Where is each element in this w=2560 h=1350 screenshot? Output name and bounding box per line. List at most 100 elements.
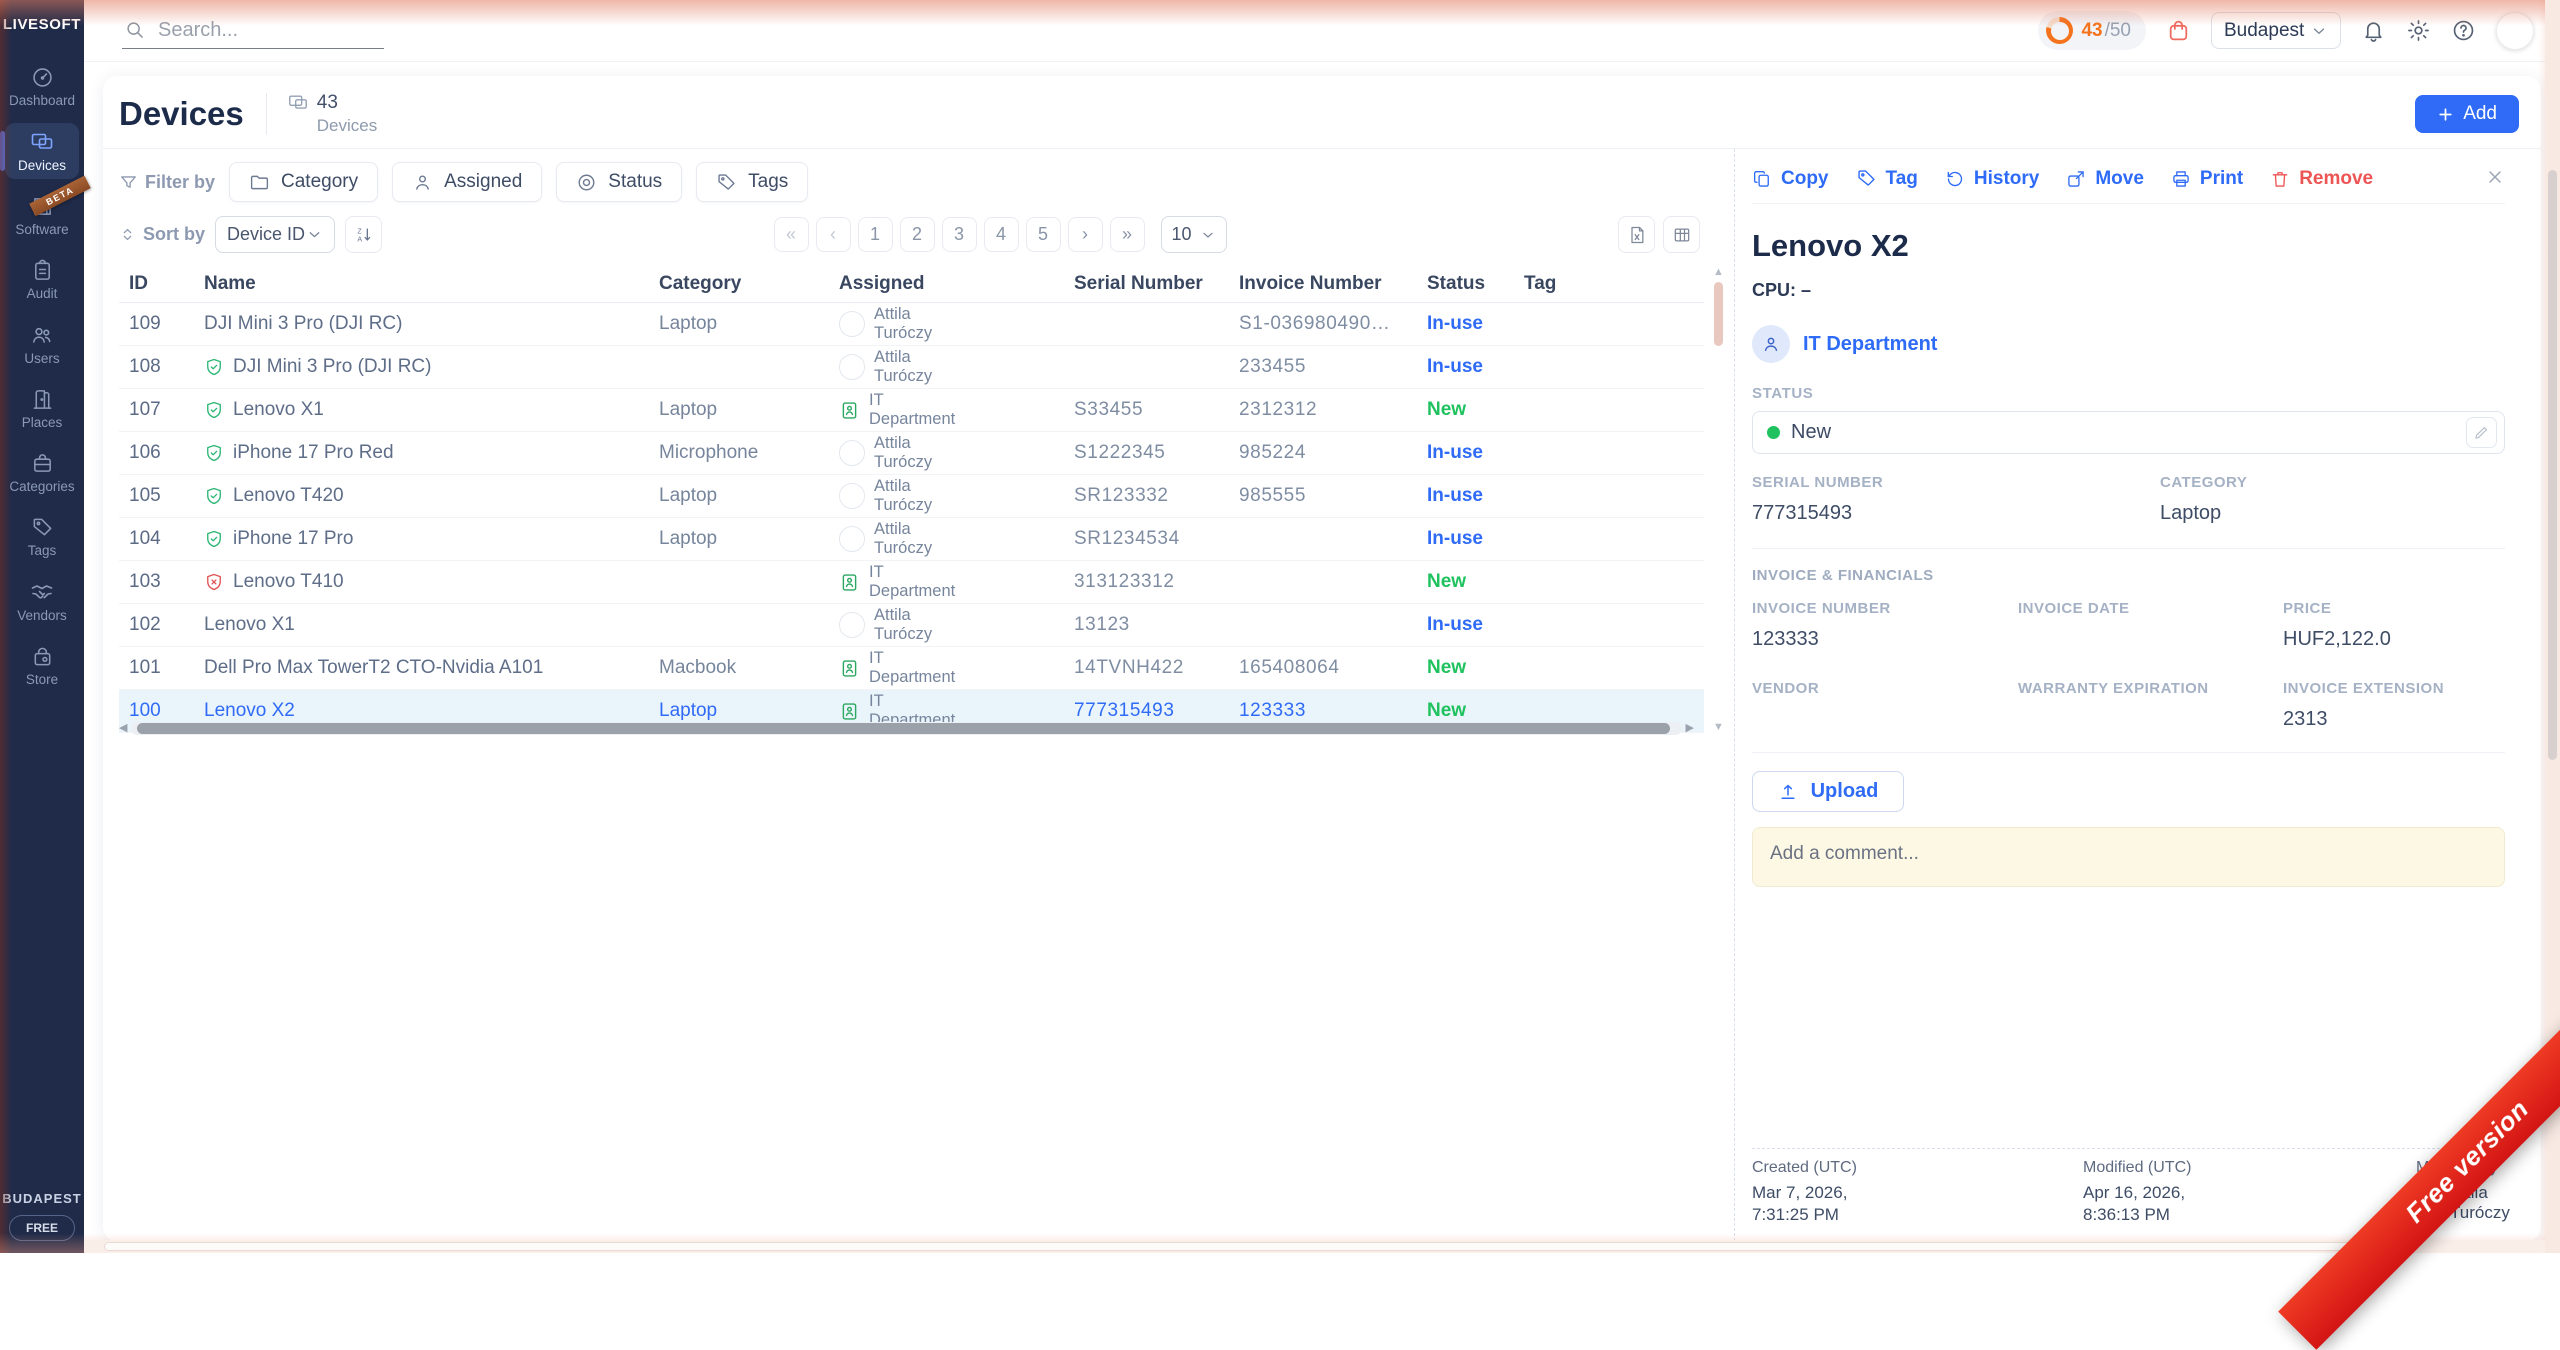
pagination-next-button[interactable]: › [1068, 217, 1103, 252]
column-header-status[interactable]: Status [1417, 273, 1514, 295]
column-settings-button[interactable] [1663, 216, 1700, 253]
user-avatar[interactable] [2496, 12, 2534, 50]
pagination-page-1-button[interactable]: 1 [858, 217, 893, 252]
settings-gear-icon[interactable] [2406, 18, 2431, 43]
page-v-scroll-thumb[interactable] [2548, 170, 2557, 760]
pagination-last-button[interactable]: » [1110, 217, 1145, 252]
device-count-stat: 43 Devices [287, 92, 377, 136]
table-row-device-106[interactable]: 106 iPhone 17 Pro Red Microphone AttilaT… [119, 432, 1704, 475]
table-row-device-104[interactable]: 104 iPhone 17 Pro Laptop AttilaTuróczy S… [119, 518, 1704, 561]
plus-icon [2437, 106, 2454, 123]
detail-action-print-button[interactable]: Print [2171, 168, 2243, 190]
add-device-button[interactable]: Add [2415, 95, 2519, 133]
filter-by[interactable]: Filter by [119, 172, 215, 193]
assigned-department-chip[interactable]: IT Department [1752, 325, 2505, 363]
upload-button[interactable]: Upload [1752, 771, 1904, 812]
comment-input[interactable]: Add a comment... [1752, 827, 2505, 887]
sidebar-item-users[interactable]: Users [5, 316, 79, 372]
sidebar-item-software[interactable]: Software BETA [5, 188, 79, 243]
page-h-scroll-thumb[interactable] [104, 1242, 2355, 1251]
table-row-device-103[interactable]: 103 Lenovo T410 ITDepartment 313123312 N… [119, 561, 1704, 604]
detail-action-remove-button[interactable]: Remove [2270, 168, 2373, 190]
table-row-device-101[interactable]: 101 Dell Pro Max TowerT2 CTO-Nvidia A101… [119, 647, 1704, 690]
table-row-device-105[interactable]: 105 Lenovo T420 Laptop AttilaTuróczy SR1… [119, 475, 1704, 518]
h-scroll-thumb[interactable] [137, 723, 1669, 734]
table-horizontal-scrollbar[interactable]: ◀ ▶ [119, 721, 1694, 736]
filter-chip-label: Assigned [444, 171, 522, 193]
sidebar-item-categories[interactable]: Categories [5, 445, 79, 500]
sidebar-item-audit[interactable]: Audit [5, 252, 79, 307]
search-input[interactable] [156, 18, 382, 43]
action-label: Remove [2299, 168, 2373, 190]
column-header-category[interactable]: Category [649, 273, 829, 295]
close-panel-button[interactable] [2485, 167, 2505, 190]
column-header-name[interactable]: Name [194, 273, 649, 295]
pagination-page-2-button[interactable]: 2 [900, 217, 935, 252]
sidebar-item-vendors[interactable]: Vendors [5, 573, 79, 629]
sidebar-item-places[interactable]: Places [5, 381, 79, 436]
plan-badge[interactable]: FREE [9, 1215, 75, 1241]
cell-name: DJI Mini 3 Pro (DJI RC) [194, 313, 649, 335]
scroll-up-arrow-icon[interactable]: ▲ [1713, 267, 1724, 278]
page-size-select[interactable]: 10 [1161, 216, 1227, 253]
sidebar-item-dashboard[interactable]: Dashboard [5, 59, 79, 114]
search-box[interactable] [122, 13, 384, 49]
pagination-prev-button[interactable]: ‹ [816, 217, 851, 252]
help-icon[interactable] [2451, 18, 2476, 43]
column-header-invoice-number[interactable]: Invoice Number [1229, 273, 1417, 295]
scroll-left-arrow-icon[interactable]: ◀ [119, 723, 127, 734]
usage-used: 43 [2081, 20, 2102, 42]
detail-action-history-button[interactable]: History [1945, 168, 2039, 190]
sort-by-label: Sort by [143, 224, 205, 245]
pagination-page-3-button[interactable]: 3 [942, 217, 977, 252]
detail-action-move-button[interactable]: Move [2066, 168, 2144, 190]
sidebar-item-tags[interactable]: Tags [5, 509, 79, 564]
pagination-page-5-button[interactable]: 5 [1026, 217, 1061, 252]
table-row-device-102[interactable]: 102 Lenovo X1 AttilaTuróczy 13123 In-use [119, 604, 1704, 647]
table-row-device-109[interactable]: 109 DJI Mini 3 Pro (DJI RC) Laptop Attil… [119, 303, 1704, 346]
sidebar-item-store[interactable]: Store [5, 638, 79, 693]
scroll-down-arrow-icon[interactable]: ▼ [1713, 722, 1724, 733]
export-excel-button[interactable] [1618, 216, 1655, 253]
sidebar-item-devices[interactable]: Devices [5, 123, 79, 179]
cell-invoice-number: S1-036980490… [1229, 313, 1417, 335]
footer-line1: Mar 7, 2026, [1752, 1183, 2083, 1203]
device-count-label: Devices [317, 116, 377, 136]
filter-chip-category[interactable]: Category [229, 162, 378, 202]
filter-chip-status[interactable]: Status [556, 162, 682, 202]
scroll-right-arrow-icon[interactable]: ▶ [1686, 723, 1694, 734]
shopping-bag-icon[interactable] [2166, 18, 2191, 43]
table-vertical-scrollbar[interactable]: ▲ ▼ [1711, 265, 1726, 735]
pagination-first-button[interactable]: « [774, 217, 809, 252]
detail-action-copy-button[interactable]: Copy [1752, 168, 1829, 190]
notifications-bell-icon[interactable] [2361, 18, 2386, 43]
table-row-device-107[interactable]: 107 Lenovo X1 Laptop ITDepartment S33455… [119, 389, 1704, 432]
filter-chip-assigned[interactable]: Assigned [392, 162, 542, 202]
tag-icon [716, 172, 737, 193]
sort-field-select[interactable]: Device ID [215, 216, 335, 253]
column-header-assigned[interactable]: Assigned [829, 273, 1064, 295]
location-select[interactable]: Budapest [2211, 12, 2341, 49]
sort-direction-button[interactable]: ZA [345, 216, 382, 253]
column-header-serial-number[interactable]: Serial Number [1064, 273, 1229, 295]
pagination: « ‹12345› » [774, 217, 1145, 252]
v-scroll-thumb[interactable] [1714, 282, 1723, 346]
filter-chip-tags[interactable]: Tags [696, 162, 808, 202]
column-header-id[interactable]: ID [119, 273, 194, 295]
cell-serial-number: 13123 [1064, 614, 1229, 636]
usage-quota-pill[interactable]: 43/50 [2038, 11, 2146, 50]
h-scroll-track[interactable] [131, 722, 1681, 735]
pagination-page-4-button[interactable]: 4 [984, 217, 1019, 252]
cell-invoice-number: 233455 [1229, 356, 1417, 378]
column-header-tag[interactable]: Tag [1514, 273, 1574, 295]
assignee-avatar [839, 311, 865, 337]
detail-action-tag-button[interactable]: Tag [1856, 168, 1918, 190]
table-row-device-108[interactable]: 108 DJI Mini 3 Pro (DJI RC) AttilaTurócz… [119, 346, 1704, 389]
page-horizontal-scrollbar[interactable] [84, 1240, 2545, 1253]
tags-icon [31, 516, 54, 539]
person-icon [1761, 334, 1781, 354]
print-icon [2171, 169, 2191, 189]
edit-status-button[interactable] [2466, 417, 2497, 448]
audit-icon [31, 259, 54, 282]
status-select[interactable]: New [1752, 411, 2505, 454]
